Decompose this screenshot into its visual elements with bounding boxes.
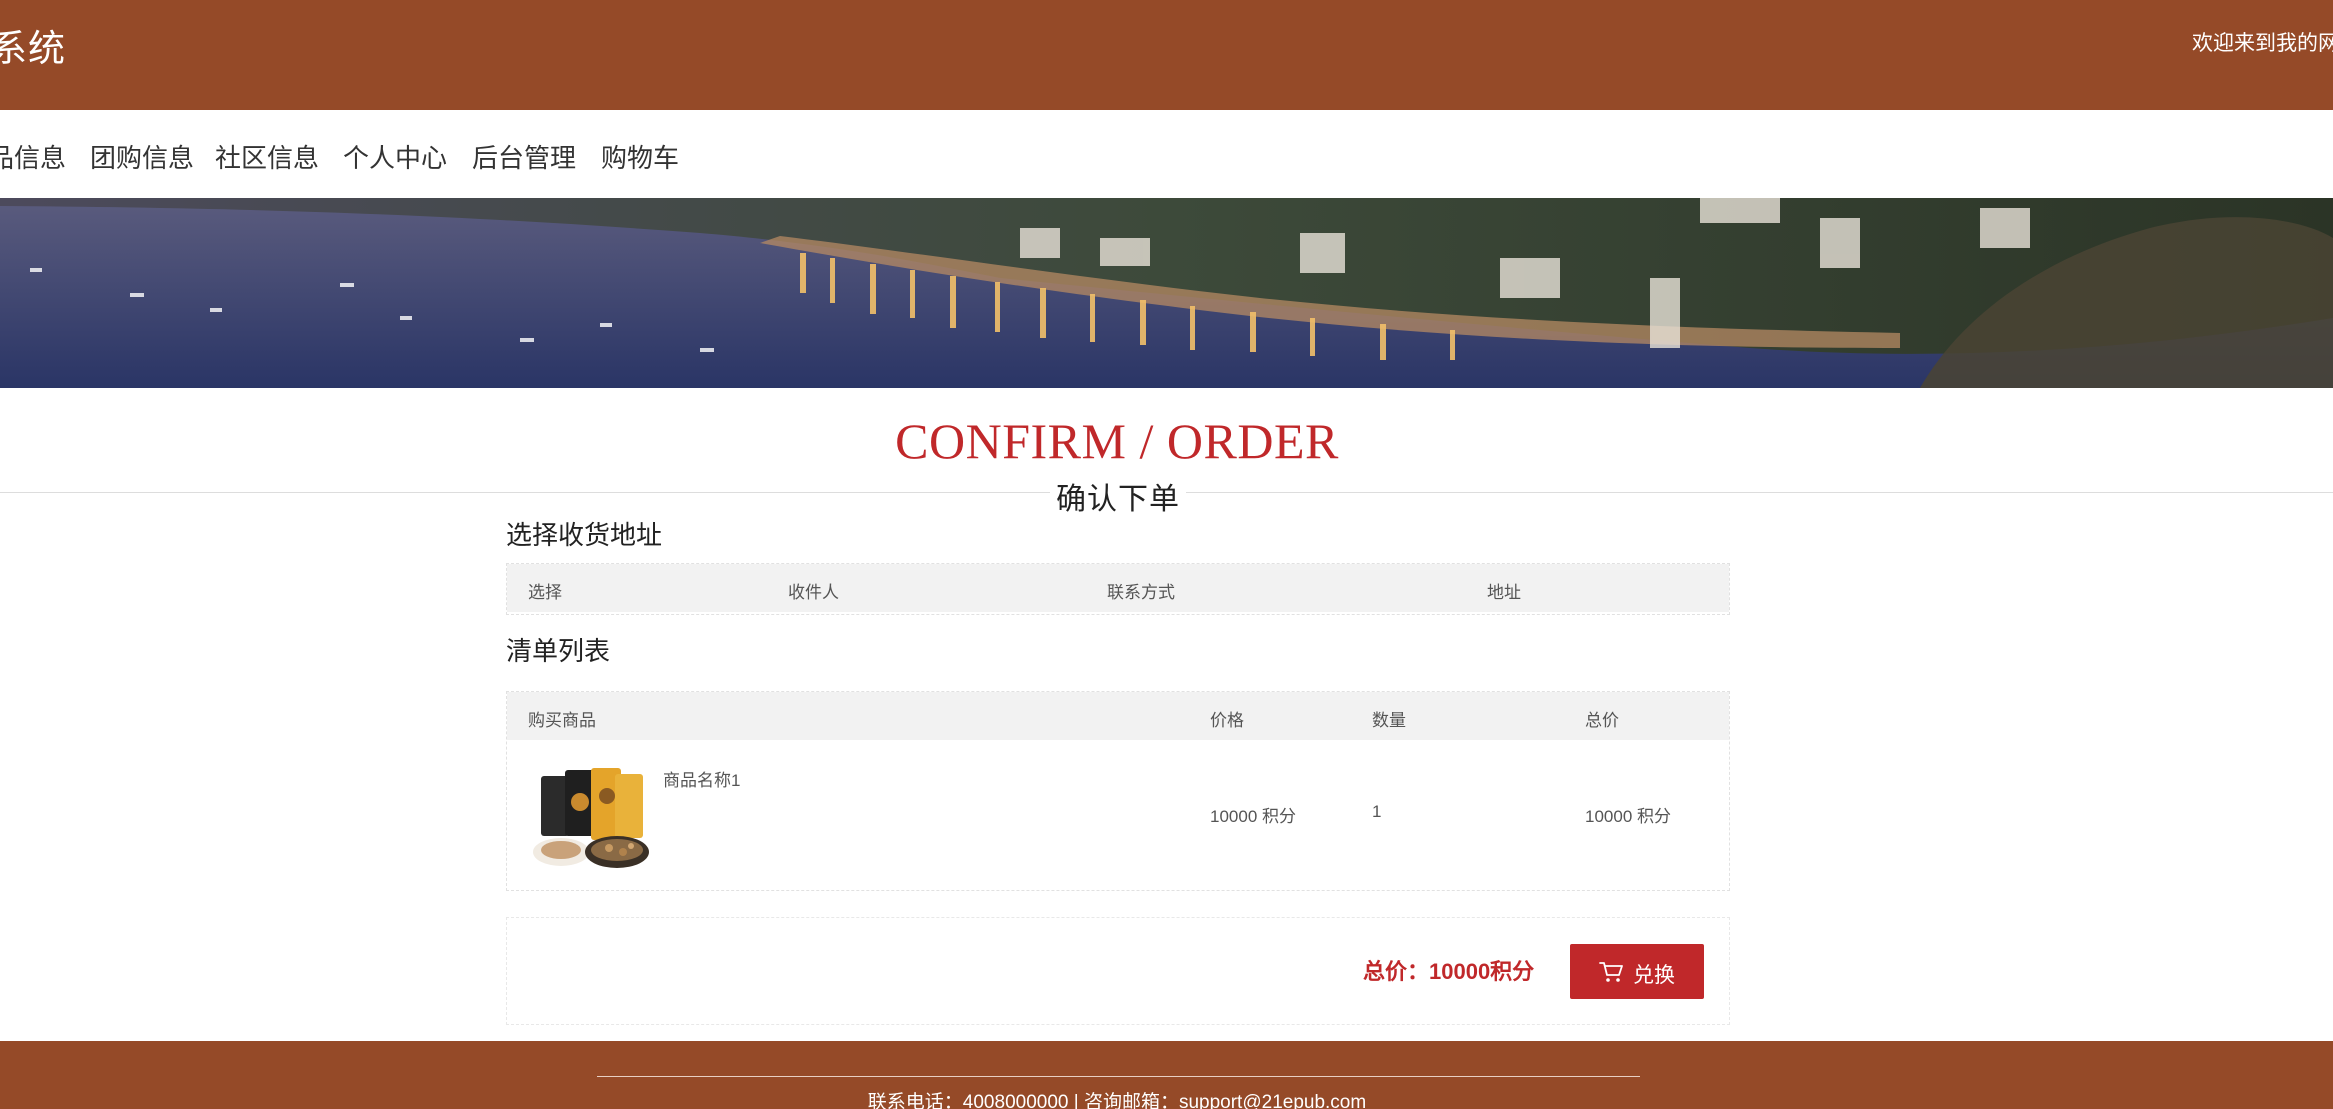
cart-icon <box>1599 962 1623 982</box>
product-subtotal: 10000 积分 <box>1585 807 1671 826</box>
welcome-text: 欢迎来到我的网 <box>2192 32 2333 55</box>
product-name[interactable]: 商品名称1 <box>663 766 740 791</box>
product-price: 10000 积分 <box>1210 807 1296 826</box>
order-col-quantity: 数量 <box>1372 711 1406 730</box>
order-list-heading: 清单列表 <box>506 636 611 666</box>
page-subtitle: 确认下单 <box>1050 474 1186 518</box>
nav-item-products[interactable]: 品信息 <box>0 138 66 175</box>
order-col-product: 购买商品 <box>528 711 596 730</box>
address-col-select: 选择 <box>528 583 562 602</box>
banner-image <box>0 198 2333 388</box>
address-heading: 选择收货地址 <box>506 520 663 550</box>
page-title: CONFIRM / ORDER <box>895 413 1339 469</box>
top-header: 购系统 欢迎来到我的网 <box>0 0 2333 110</box>
total-price: 总价：10000积分 <box>1363 959 1535 984</box>
order-col-price: 价格 <box>1210 711 1244 730</box>
order-table: 购买商品 价格 数量 总价 商品名称1 10000 积分 1 10000 积分 <box>506 691 1730 891</box>
nav-item-group-buy[interactable]: 团购信息 <box>90 138 194 175</box>
site-title: 购系统 <box>0 28 66 69</box>
order-summary: 总价：10000积分 兑换 <box>506 917 1730 1025</box>
page: 购系统 欢迎来到我的网 品信息 团购信息 社区信息 个人中心 后台管理 购物车 <box>0 0 2333 1109</box>
nav-item-cart[interactable]: 购物车 <box>601 138 679 175</box>
address-col-contact: 联系方式 <box>1107 583 1175 602</box>
nav-item-admin[interactable]: 后台管理 <box>472 138 576 175</box>
product-image[interactable] <box>531 766 655 872</box>
footer: 联系电话：4008000000 | 咨询邮箱：support@21epub.co… <box>0 1041 2333 1109</box>
address-col-address: 地址 <box>1487 583 1521 602</box>
exchange-button[interactable]: 兑换 <box>1570 944 1704 999</box>
exchange-button-label: 兑换 <box>1633 964 1675 987</box>
footer-divider <box>597 1076 1640 1077</box>
order-col-total: 总价 <box>1585 711 1619 730</box>
address-table: 选择 收件人 联系方式 地址 <box>506 563 1730 615</box>
product-quantity: 1 <box>1372 802 1382 821</box>
nav-item-personal-center[interactable]: 个人中心 <box>343 138 447 175</box>
address-col-recipient: 收件人 <box>788 583 839 602</box>
main-nav: 品信息 团购信息 社区信息 个人中心 后台管理 购物车 <box>0 110 2333 198</box>
footer-contact: 联系电话：4008000000 | 咨询邮箱：support@21epub.co… <box>867 1092 1367 1109</box>
address-table-header: 选择 收件人 联系方式 地址 <box>507 564 1729 612</box>
nav-item-community[interactable]: 社区信息 <box>215 138 319 175</box>
order-table-header: 购买商品 价格 数量 总价 <box>507 692 1729 740</box>
harbor-night-scene <box>0 198 2333 388</box>
